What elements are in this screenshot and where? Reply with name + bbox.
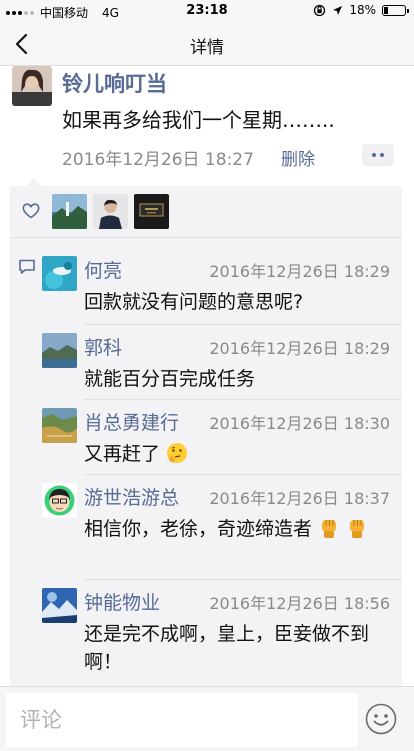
comment-text-body: 又再赶了 (84, 443, 161, 465)
commenter-avatar[interactable] (42, 588, 77, 623)
commenter-name[interactable]: 何亮 (84, 256, 122, 283)
comment-text: 还是完不成啊，皇上，臣妾做不到啊！ (84, 623, 370, 673)
liker-avatar[interactable] (52, 194, 87, 229)
location-icon (333, 5, 343, 15)
nav-bar: 详情 (0, 22, 414, 66)
raised-fist-icon (350, 520, 365, 538)
author-avatar[interactable] (12, 66, 52, 106)
comment-timestamp: 2016年12月26日 18:29 (209, 262, 390, 281)
more-options-button[interactable] (362, 144, 394, 166)
commenter-name[interactable]: 游世浩游总 (84, 483, 179, 510)
orientation-lock-icon (314, 4, 326, 16)
comment-text: 就能百分百完成任务 (84, 368, 256, 390)
emoji-picker-icon[interactable] (365, 703, 397, 735)
moment-post: 铃儿响叮当 如果再多给我们一个星期…….. 2016年12月26日 18:27 … (0, 66, 414, 686)
comment-input[interactable] (6, 693, 358, 747)
post-timestamp: 2016年12月26日 18:27 (62, 150, 254, 170)
commenter-avatar[interactable] (42, 483, 77, 518)
more-dots-icon (372, 153, 376, 157)
comment-timestamp: 2016年12月26日 18:30 (209, 414, 390, 433)
comment-text-body: 相信你，老徐，奇迹缔造者 (84, 518, 313, 540)
commenter-name[interactable]: 肖总勇建行 (84, 408, 179, 435)
post-text: 如果再多给我们一个星期…….. (62, 108, 335, 132)
raised-fist-icon (322, 520, 337, 538)
status-icons: 18% (313, 3, 409, 17)
commenter-avatar[interactable] (42, 333, 77, 368)
likes-row (10, 186, 402, 238)
divider (84, 324, 402, 325)
author-name[interactable]: 铃儿响叮当 (62, 68, 167, 98)
commenter-avatar[interactable] (42, 256, 77, 291)
comment-input-bar (0, 686, 414, 751)
comment-text: 又再赶了 (84, 440, 394, 468)
comment-timestamp: 2016年12月26日 18:56 (209, 594, 390, 613)
divider (84, 579, 402, 580)
liker-avatar[interactable] (93, 194, 128, 229)
heart-icon (22, 203, 40, 219)
comment-text: 回款就没有问题的意思呢? (84, 291, 304, 313)
delete-button[interactable]: 删除 (281, 145, 315, 170)
comment-timestamp: 2016年12月26日 18:29 (209, 339, 390, 358)
page-title: 详情 (190, 38, 224, 58)
status-bar: 中国移动 4G 23:18 18% (0, 0, 414, 22)
divider (84, 399, 402, 400)
thinking-face-icon (167, 443, 188, 463)
interaction-panel: 何亮 2016年12月26日 18:29 回款就没有问题的意思呢? 郭科 201… (10, 178, 402, 686)
comment-text: 相信你，老徐，奇迹缔造者 (84, 515, 394, 543)
commenter-name[interactable]: 钟能物业 (84, 588, 160, 615)
battery-percent: 18% (349, 3, 376, 17)
commenter-avatar[interactable] (42, 408, 77, 443)
battery-icon (382, 4, 409, 16)
liker-avatar[interactable] (134, 194, 169, 229)
comment-timestamp: 2016年12月26日 18:37 (209, 489, 390, 508)
divider (84, 474, 402, 475)
commenter-name[interactable]: 郭科 (84, 333, 122, 360)
comment-icon (19, 259, 35, 274)
